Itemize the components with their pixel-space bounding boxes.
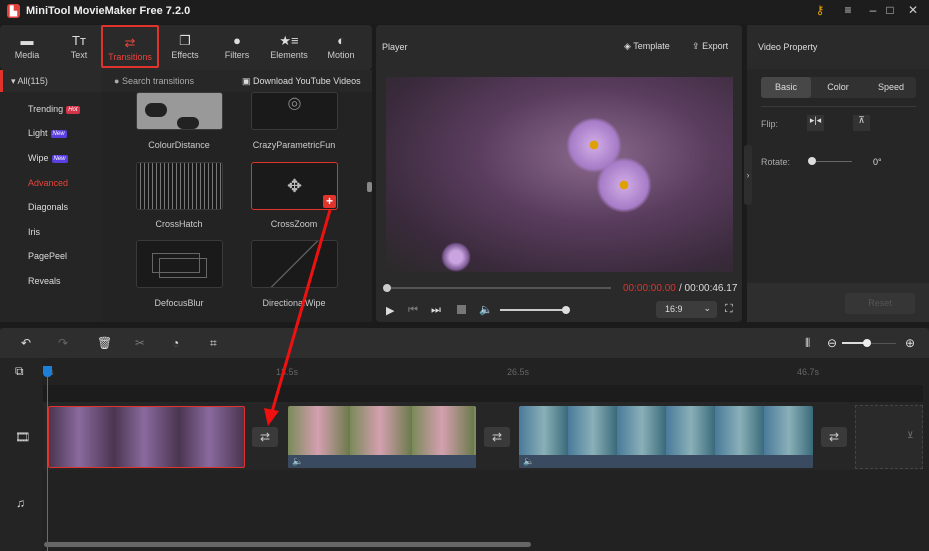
arrow-head — [264, 408, 279, 426]
annotation-arrow — [264, 209, 332, 426]
arrow-line — [270, 209, 332, 413]
